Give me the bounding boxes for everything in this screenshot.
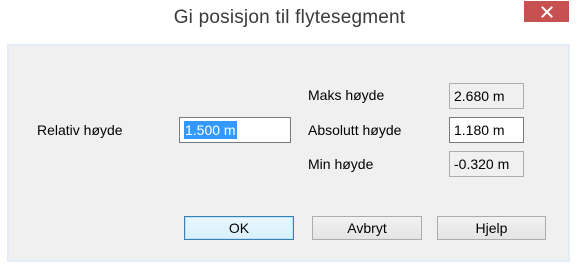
cancel-button[interactable]: Avbryt — [312, 216, 422, 240]
max-height-field: 2.680 m — [449, 83, 524, 109]
absolute-height-input[interactable]: 1.180 m — [449, 117, 524, 143]
close-button[interactable] — [524, 1, 569, 22]
dialog-window: Gi posisjon til flytesegment Maks høyde … — [0, 0, 579, 268]
title-bar[interactable]: Gi posisjon til flytesegment — [0, 0, 579, 30]
relative-height-label: Relativ høyde — [37, 122, 123, 138]
relative-height-value: 1.500 m — [184, 121, 237, 139]
window-title: Gi posisjon til flytesegment — [173, 7, 406, 28]
ok-button[interactable]: OK — [184, 216, 294, 240]
min-height-label: Min høyde — [308, 156, 374, 172]
help-button[interactable]: Hjelp — [437, 216, 546, 240]
absolute-height-label: Absolutt høyde — [308, 122, 402, 138]
min-height-field: -0.320 m — [449, 151, 524, 177]
dialog-body: Maks høyde 2.680 m Relativ høyde 1.500 m… — [9, 46, 568, 260]
close-icon — [540, 5, 553, 18]
max-height-label: Maks høyde — [308, 87, 385, 103]
relative-height-input[interactable]: 1.500 m — [179, 117, 291, 143]
